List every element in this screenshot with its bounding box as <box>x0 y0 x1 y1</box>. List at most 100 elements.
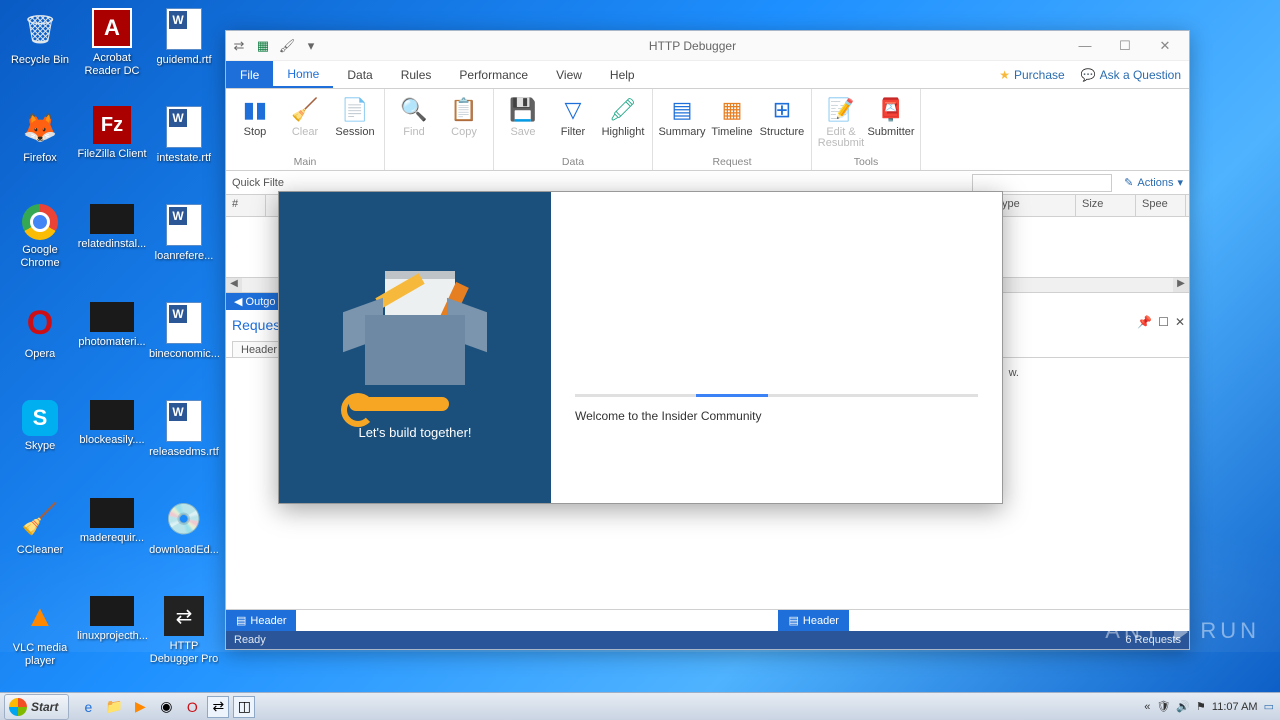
vlc-icon: ▲ <box>19 596 61 638</box>
desktop-icon-blockeasily-[interactable]: blockeasily.... <box>76 396 148 494</box>
column-header[interactable]: # <box>226 195 266 216</box>
column-header[interactable]: Size <box>1076 195 1136 216</box>
desktop-icon-downloaded-[interactable]: 💿downloadEd... <box>148 494 220 592</box>
ribbon-group-label: Main <box>232 156 378 170</box>
ribbon-label: Session <box>335 127 374 138</box>
desktop-icon-linuxprojecth-[interactable]: linuxprojecth... <box>76 592 148 690</box>
taskbar: Start e 📁 ▶ ◉ O ⇄ ◫ « 🛡 🔊 ⚑ 11:07 AM ▭ <box>0 692 1280 720</box>
close-button[interactable]: ✕ <box>1145 35 1185 57</box>
icon-label: linuxprojecth... <box>77 630 147 643</box>
icon-label: bineconomic... <box>149 348 219 361</box>
desktop-icon-filezilla-client[interactable]: Fz FileZilla Client <box>76 102 148 200</box>
desktop-icon-maderequir-[interactable]: maderequir... <box>76 494 148 592</box>
column-header[interactable]: ype <box>996 195 1076 216</box>
ribbon-icon: ▦ <box>717 95 747 125</box>
stop-button[interactable]: ▮▮Stop <box>232 93 278 156</box>
search-input[interactable] <box>972 174 1112 192</box>
desktop-icon-releasedms-rtf[interactable]: releasedms.rtf <box>148 396 220 494</box>
pin-icon[interactable]: 📌 <box>1137 315 1152 329</box>
summary-button[interactable]: ▤Summary <box>659 93 705 156</box>
desktop-icon-http-debugger-pro[interactable]: ⇄HTTP Debugger Pro <box>148 592 220 690</box>
purchase-link[interactable]: ★Purchase <box>991 61 1072 88</box>
truncated-text: w. <box>1009 367 1019 379</box>
session-button[interactable]: 📄Session <box>332 93 378 156</box>
ribbon-label: Find <box>403 127 424 138</box>
filezilla-icon: Fz <box>93 106 131 144</box>
minimize-button[interactable]: — <box>1065 35 1105 57</box>
desktop-icon-vlc-media-player[interactable]: ▲VLC media player <box>4 592 76 690</box>
structure-button[interactable]: ⊞Structure <box>759 93 805 156</box>
outgoing-tab[interactable]: ◀ Outgo <box>226 293 283 310</box>
highlight-button[interactable]: 🖍Highlight <box>600 93 646 156</box>
desktop-icon-intestate-rtf[interactable]: intestate.rtf <box>148 102 220 200</box>
tray-flag-icon[interactable]: ⚑ <box>1196 700 1206 713</box>
taskbar-chrome-icon[interactable]: ◉ <box>155 696 177 718</box>
icon-label: CCleaner <box>17 544 63 557</box>
brush-icon[interactable]: 🖌 <box>278 37 296 55</box>
ribbon-label: Stop <box>244 127 267 138</box>
tray-clock[interactable]: 11:07 AM <box>1212 701 1258 713</box>
start-button[interactable]: Start <box>4 694 69 720</box>
taskbar-opera-icon[interactable]: O <box>181 696 203 718</box>
taskbar-media-icon[interactable]: ▶ <box>129 696 151 718</box>
icon-label: FileZilla Client <box>77 148 146 161</box>
menubar: File HomeDataRulesPerformanceViewHelp ★P… <box>226 61 1189 89</box>
tab-rules[interactable]: Rules <box>387 61 446 88</box>
desktop-icon-skype[interactable]: SSkype <box>4 396 76 494</box>
ribbon-group-label <box>391 168 487 170</box>
submitter-button[interactable]: 📮Submitter <box>868 93 914 156</box>
column-header[interactable]: Spee <box>1136 195 1186 216</box>
header-tab-right[interactable]: ▤Header <box>778 610 848 631</box>
desktop-icon-google-chrome[interactable]: Google Chrome <box>4 200 76 298</box>
qat-dropdown-icon[interactable]: ▾ <box>302 37 320 55</box>
ribbon-icon: 📝 <box>826 95 856 125</box>
desktop-icon-relatedinstal-[interactable]: relatedinstal... <box>76 200 148 298</box>
icon-label: photomateri... <box>78 336 145 349</box>
tab-data[interactable]: Data <box>333 61 386 88</box>
ask-question-link[interactable]: 💬Ask a Question <box>1073 61 1189 88</box>
excel-icon[interactable]: ▦ <box>254 37 272 55</box>
desktop-icon-guidemd-rtf[interactable]: guidemd.rtf <box>148 4 220 102</box>
close-panel-icon[interactable]: ✕ <box>1175 315 1185 329</box>
tab-home[interactable]: Home <box>273 61 333 88</box>
desktop-icon-acrobat-reader-dc[interactable]: AAcrobat Reader DC <box>76 4 148 102</box>
firefox-icon: 🦊 <box>19 106 61 148</box>
tray-shield-icon[interactable]: 🛡 <box>1156 700 1170 713</box>
box-illustration <box>325 255 505 405</box>
icon-label: relatedinstal... <box>78 238 146 251</box>
maximize-button[interactable]: ☐ <box>1105 35 1145 57</box>
ribbon-label: Summary <box>658 127 705 138</box>
taskbar-dialog-icon[interactable]: ◫ <box>233 696 255 718</box>
desktop-icon-loanrefere-[interactable]: loanrefere... <box>148 200 220 298</box>
filter-button[interactable]: ▽Filter <box>550 93 596 156</box>
desktop-icon-recycle-bin[interactable]: 🗑Recycle Bin <box>4 4 76 102</box>
file-menu[interactable]: File <box>226 61 273 88</box>
edit-icon: ✎ <box>1124 176 1133 189</box>
ccleaner-icon: 🧹 <box>19 498 61 540</box>
taskbar-httpdebugger-icon[interactable]: ⇄ <box>207 696 229 718</box>
timeline-button[interactable]: ▦Timeline <box>709 93 755 156</box>
tab-help[interactable]: Help <box>596 61 649 88</box>
bottom-tabs: ▤Header ▤Header <box>226 609 1189 631</box>
taskbar-explorer-icon[interactable]: 📁 <box>103 696 125 718</box>
tray-volume-icon[interactable]: 🔊 <box>1176 700 1190 713</box>
icon-label: loanrefere... <box>155 250 214 263</box>
desktop-icon-firefox[interactable]: 🦊Firefox <box>4 102 76 200</box>
tray-desktop-icon[interactable]: ▭ <box>1264 700 1274 713</box>
maximize-panel-icon[interactable]: ☐ <box>1158 315 1169 329</box>
header-tab-left[interactable]: ▤Header <box>226 610 296 631</box>
tray-expand-icon[interactable]: « <box>1144 701 1150 713</box>
desktop-icon-photomateri-[interactable]: photomateri... <box>76 298 148 396</box>
taskbar-ie-icon[interactable]: e <box>77 696 99 718</box>
desktop-icon-bineconomic-[interactable]: bineconomic... <box>148 298 220 396</box>
actions-dropdown[interactable]: ✎ Actions ▾ <box>1124 176 1183 189</box>
windows-orb-icon <box>9 698 27 716</box>
desktop-icon-ccleaner[interactable]: 🧹 CCleaner <box>4 494 76 592</box>
tab-view[interactable]: View <box>542 61 596 88</box>
icon-label: Acrobat Reader DC <box>77 52 147 78</box>
desktop-icon-opera[interactable]: OOpera <box>4 298 76 396</box>
tab-performance[interactable]: Performance <box>445 61 542 88</box>
word-icon <box>166 204 202 246</box>
icon-label: HTTP Debugger Pro <box>149 640 219 666</box>
request-heading: Reques <box>232 317 280 333</box>
